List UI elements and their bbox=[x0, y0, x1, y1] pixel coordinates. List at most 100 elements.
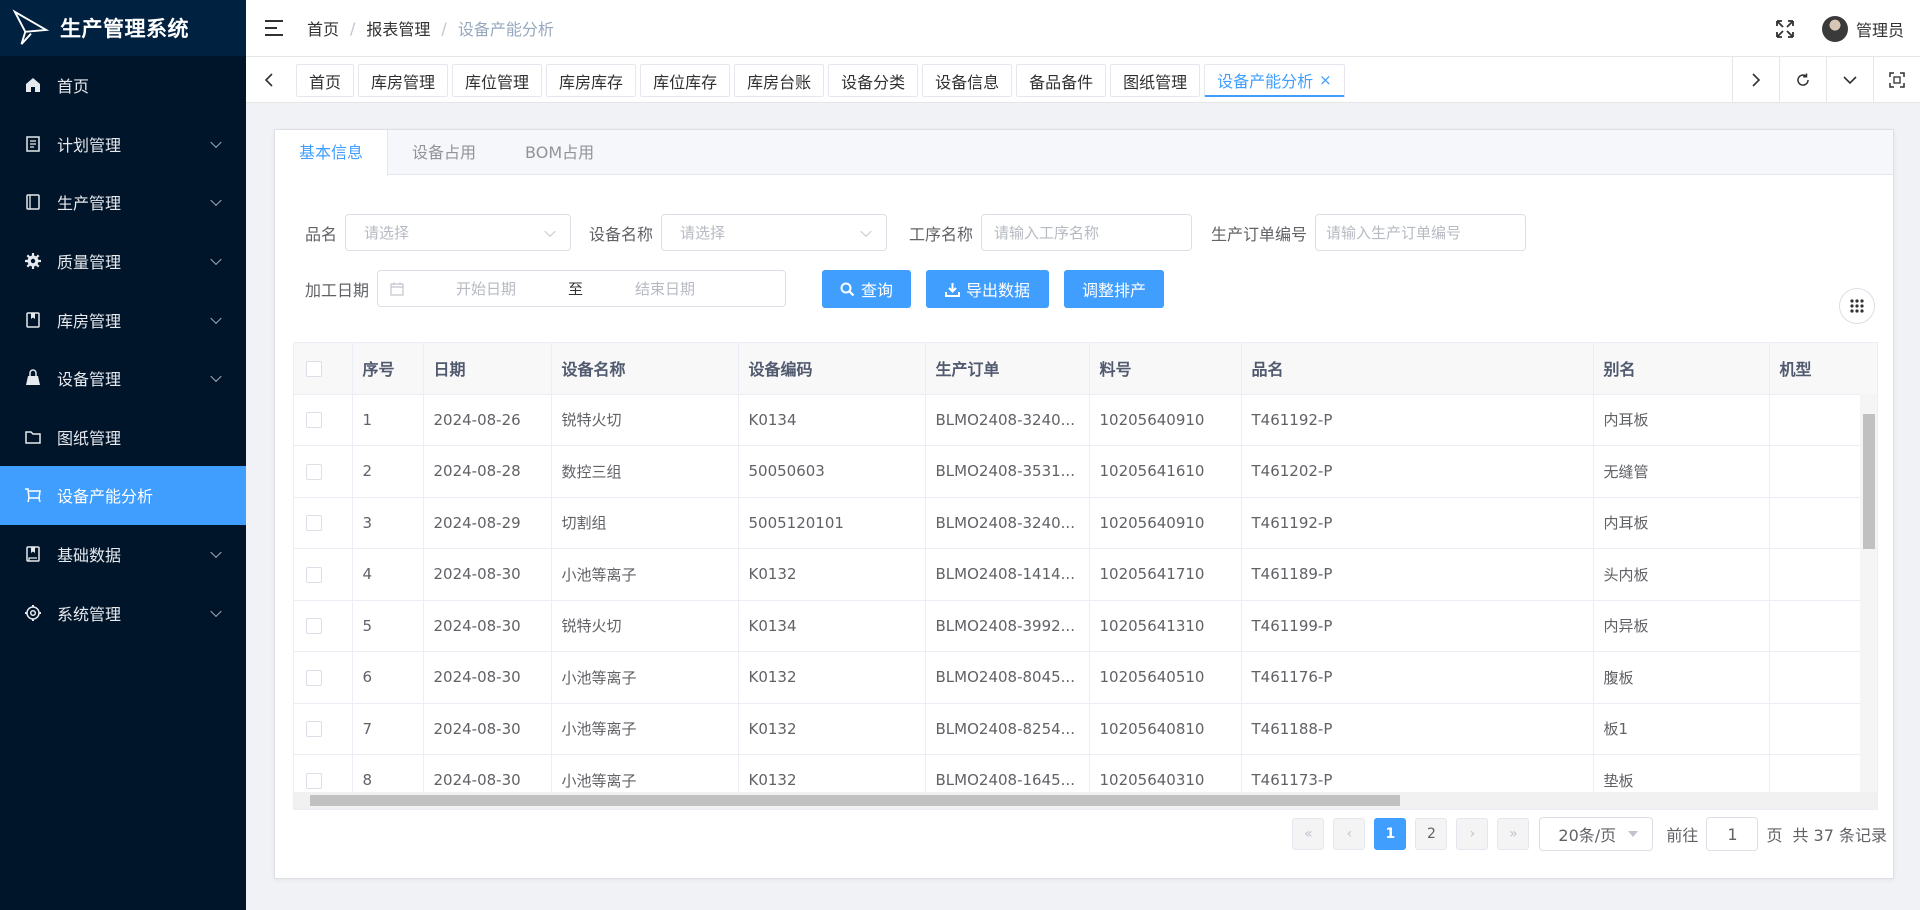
first-page-button[interactable]: « bbox=[1292, 818, 1325, 850]
column-header[interactable]: 设备名称 bbox=[551, 343, 739, 395]
maximize-icon bbox=[1889, 71, 1905, 88]
row-checkbox[interactable] bbox=[306, 566, 322, 583]
vertical-scroll-thumb[interactable] bbox=[1863, 414, 1875, 549]
row-checkbox[interactable] bbox=[306, 669, 322, 686]
tag-device-category[interactable]: 设备分类 bbox=[828, 64, 919, 97]
table-row[interactable]: 7 2024-08-30 小池等离子 K0132 BLMO2408-8254... 102… bbox=[294, 703, 1877, 755]
tab-bom-occupancy[interactable]: BOM占用 bbox=[501, 130, 619, 175]
table-row[interactable]: 6 2024-08-30 小池等离子 K0132 BLMO2408-8045... 102… bbox=[294, 651, 1877, 704]
sidebar-item-home[interactable]: 首页 bbox=[0, 56, 246, 115]
product-select[interactable]: 请选择 bbox=[345, 214, 572, 251]
tag-warehouse-stock[interactable]: 库房库存 bbox=[546, 64, 637, 97]
row-checkbox[interactable] bbox=[306, 618, 322, 635]
sidebar-item-drawings[interactable]: 图纸管理 bbox=[0, 408, 246, 467]
last-page-button[interactable]: » bbox=[1497, 818, 1530, 850]
row-checkbox[interactable] bbox=[306, 463, 322, 480]
tag-warehouse-ledger[interactable]: 库房台账 bbox=[734, 64, 825, 97]
column-header[interactable]: 机型 bbox=[1769, 343, 1877, 395]
sidebar-item-system[interactable]: 系统管理 bbox=[0, 583, 246, 642]
sidebar-item-device[interactable]: 设备管理 bbox=[0, 349, 246, 408]
total-count: 共 37 条记录 bbox=[1792, 826, 1887, 845]
scroll-right-button[interactable] bbox=[1732, 57, 1779, 102]
column-header[interactable]: 生产订单 bbox=[925, 343, 1090, 395]
page-size-select[interactable]: 20条/页 bbox=[1539, 817, 1654, 851]
scroll-left-button[interactable] bbox=[246, 57, 292, 102]
product-label: 品名 bbox=[305, 224, 338, 244]
sidebar-item-plan[interactable]: 计划管理 bbox=[0, 115, 246, 174]
table-cell: BLMO2408-3531... bbox=[925, 445, 1090, 498]
vertical-scrollbar[interactable] bbox=[1860, 394, 1877, 794]
device-select[interactable]: 请选择 bbox=[661, 214, 888, 251]
column-header[interactable]: 料号 bbox=[1089, 343, 1242, 395]
order-input[interactable]: 请输入生产订单编号 bbox=[1315, 214, 1527, 251]
column-header[interactable]: 设备编码 bbox=[738, 343, 926, 395]
maximize-button[interactable] bbox=[1873, 57, 1920, 102]
tags-list: 首页 库房管理 库位管理 库房库存 库位库存 库房台账 设备分类 设备信息 备品… bbox=[296, 64, 1349, 97]
row-checkbox[interactable] bbox=[306, 412, 322, 429]
avatar[interactable] bbox=[1821, 15, 1848, 42]
table-row[interactable]: 1 2024-08-26 锐特火切 K0134 BLMO2408-3240... 1020… bbox=[294, 394, 1877, 446]
column-header[interactable]: 日期 bbox=[423, 343, 552, 395]
column-toggle-button[interactable] bbox=[1839, 288, 1875, 324]
page-1-button[interactable]: 1 bbox=[1374, 818, 1407, 850]
table-cell: T461202-P bbox=[1241, 445, 1594, 498]
goto-page-input[interactable]: 1 bbox=[1706, 817, 1759, 851]
sidebar-item-capacity-analysis[interactable]: 设备产能分析 bbox=[0, 466, 246, 525]
tag-capacity-analysis[interactable]: 设备产能分析 × bbox=[1204, 64, 1345, 97]
export-button[interactable]: 导出数据 bbox=[926, 270, 1049, 308]
tag-spare-parts[interactable]: 备品备件 bbox=[1016, 64, 1107, 97]
tag-drawings[interactable]: 图纸管理 bbox=[1110, 64, 1201, 97]
column-header[interactable]: 品名 bbox=[1241, 343, 1594, 395]
sidebar-item-quality[interactable]: 质量管理 bbox=[0, 232, 246, 291]
row-checkbox[interactable] bbox=[306, 721, 322, 738]
column-header[interactable]: 别名 bbox=[1593, 343, 1770, 395]
tag-location-stock[interactable]: 库位库存 bbox=[640, 64, 731, 97]
table-cell: 2024-08-30 bbox=[423, 600, 552, 652]
breadcrumb-home[interactable]: 首页 bbox=[307, 16, 339, 40]
tags-dropdown-button[interactable] bbox=[1826, 57, 1873, 102]
select-all-checkbox[interactable] bbox=[306, 361, 322, 378]
horizontal-scrollbar[interactable] bbox=[294, 792, 1877, 809]
menu-toggle-icon[interactable] bbox=[265, 19, 285, 37]
username[interactable]: 管理员 bbox=[1856, 17, 1904, 41]
date-end-placeholder: 结束日期 bbox=[635, 280, 696, 298]
close-icon[interactable]: × bbox=[1319, 71, 1332, 89]
table-row[interactable]: 5 2024-08-30 锐特火切 K0134 BLMO2408-3992... 1020… bbox=[294, 600, 1877, 652]
sidebar-item-warehouse[interactable]: 库房管理 bbox=[0, 290, 246, 349]
query-button[interactable]: 查询 bbox=[822, 270, 911, 308]
fullscreen-icon[interactable] bbox=[1774, 18, 1796, 40]
app-logo[interactable]: 生产管理系统 bbox=[0, 0, 246, 56]
process-input[interactable]: 请输入工序名称 bbox=[981, 214, 1193, 251]
horizontal-scroll-thumb[interactable] bbox=[310, 795, 1400, 806]
table-cell: K0132 bbox=[738, 703, 926, 755]
row-checkbox[interactable] bbox=[306, 772, 322, 789]
table-row[interactable]: 2 2024-08-28 数控三组 50050603 BLMO2408-3531... 1… bbox=[294, 445, 1877, 498]
page-2-button[interactable]: 2 bbox=[1415, 818, 1448, 850]
refresh-button[interactable] bbox=[1779, 57, 1826, 102]
table-row[interactable]: 4 2024-08-30 小池等离子 K0132 BLMO2408-1414... 102… bbox=[294, 548, 1877, 601]
adjust-schedule-button[interactable]: 调整排产 bbox=[1064, 270, 1164, 308]
row-select-cell bbox=[294, 445, 353, 498]
tag-home[interactable]: 首页 bbox=[296, 64, 355, 97]
date-range-picker[interactable]: 开始日期 至 结束日期 bbox=[377, 270, 787, 307]
table-row[interactable]: 3 2024-08-29 切割组 5005120101 BLMO2408-3240...… bbox=[294, 497, 1877, 549]
tab-basic-info[interactable]: 基本信息 bbox=[275, 130, 389, 176]
row-checkbox[interactable] bbox=[306, 515, 322, 532]
tag-location[interactable]: 库位管理 bbox=[452, 64, 543, 97]
table-cell: 3 bbox=[352, 497, 424, 549]
tag-device-info[interactable]: 设备信息 bbox=[922, 64, 1013, 97]
breadcrumb-separator: / bbox=[350, 18, 356, 38]
tab-device-occupancy[interactable]: 设备占用 bbox=[388, 130, 501, 175]
table-cell: 2024-08-28 bbox=[423, 445, 552, 498]
tags-bar: 首页 库房管理 库位管理 库房库存 库位库存 库房台账 设备分类 设备信息 备品… bbox=[246, 57, 1920, 103]
prev-page-button[interactable]: ‹ bbox=[1333, 818, 1366, 850]
sidebar-item-label: 设备产能分析 bbox=[57, 487, 154, 507]
sidebar-item-basic-data[interactable]: 基础数据 bbox=[0, 525, 246, 584]
book-icon bbox=[22, 543, 44, 565]
column-header[interactable]: 序号 bbox=[352, 343, 424, 395]
breadcrumb-reports[interactable]: 报表管理 bbox=[366, 16, 430, 40]
query-label: 查询 bbox=[860, 281, 893, 300]
next-page-button[interactable]: › bbox=[1456, 818, 1489, 850]
tag-warehouse[interactable]: 库房管理 bbox=[358, 64, 449, 97]
sidebar-item-production[interactable]: 生产管理 bbox=[0, 173, 246, 232]
